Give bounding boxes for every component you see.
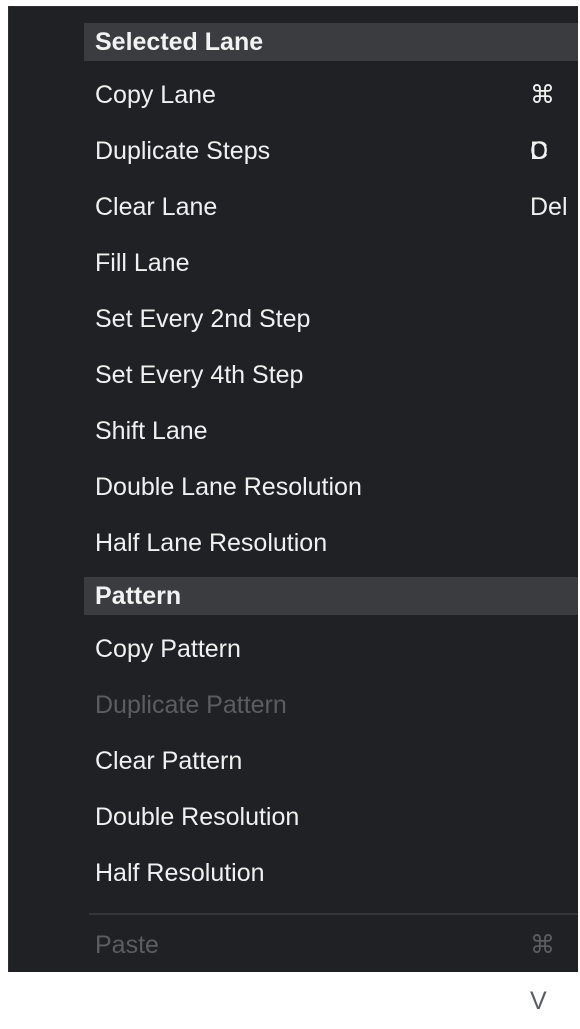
menu-item-copy-pattern[interactable]: Copy Pattern [84,621,578,677]
menu-item-label: Half Lane Resolution [95,529,328,557]
menu-item-label: Double Lane Resolution [95,473,362,501]
menu-item-clear-pattern[interactable]: Clear Pattern [84,733,578,789]
menu-item-paste: Paste ⌘ V [84,917,578,1015]
menu-item-duplicate-pattern: Duplicate Pattern [84,677,578,733]
menu-separator [89,913,578,915]
menu-item-label: Duplicate Steps [95,137,271,165]
menu-item-label: Copy Lane [95,81,216,109]
shortcut-label: D [530,137,549,165]
section-header-selected-lane: Selected Lane [84,23,578,61]
menu-item-clear-lane[interactable]: Clear Lane Del [84,179,578,235]
menu-item-label: Duplicate Pattern [95,691,287,719]
menu-item-label: Fill Lane [95,249,190,277]
menu-item-label: Set Every 2nd Step [95,305,311,333]
menu-item-double-lane-resolution[interactable]: Double Lane Resolution [84,459,578,515]
menu-item-label: Double Resolution [95,803,300,831]
menu-item-label: Clear Pattern [95,747,243,775]
section-header-pattern: Pattern [84,577,578,615]
menu-item-fill-lane[interactable]: Fill Lane [84,235,578,291]
menu-item-label: Paste [95,931,159,959]
shortcut-label: ⌘ V [530,931,555,1015]
menu-item-half-lane-resolution[interactable]: Half Lane Resolution [84,515,578,571]
menu-item-set-every-2nd-step[interactable]: Set Every 2nd Step [84,291,578,347]
menu-item-duplicate-steps[interactable]: Duplicate Steps D [84,123,578,179]
shortcut-label: Del [530,193,568,221]
menu-item-double-resolution[interactable]: Double Resolution [84,789,578,845]
menu-item-label: Set Every 4th Step [95,361,304,389]
menu-item-label: Clear Lane [95,193,218,221]
menu-item-shift-lane[interactable]: Shift Lane [84,403,578,459]
menu-item-copy-lane[interactable]: Copy Lane ⌘ C [84,67,578,165]
menu-item-set-every-4th-step[interactable]: Set Every 4th Step [84,347,578,403]
context-menu: Selected Lane Copy Lane ⌘ C Duplicate St… [8,6,578,1015]
menu-item-label: Copy Pattern [95,635,241,663]
menu-item-half-resolution[interactable]: Half Resolution [84,845,578,901]
menu-item-label: Half Resolution [95,859,265,887]
menu-item-label: Shift Lane [95,417,208,445]
